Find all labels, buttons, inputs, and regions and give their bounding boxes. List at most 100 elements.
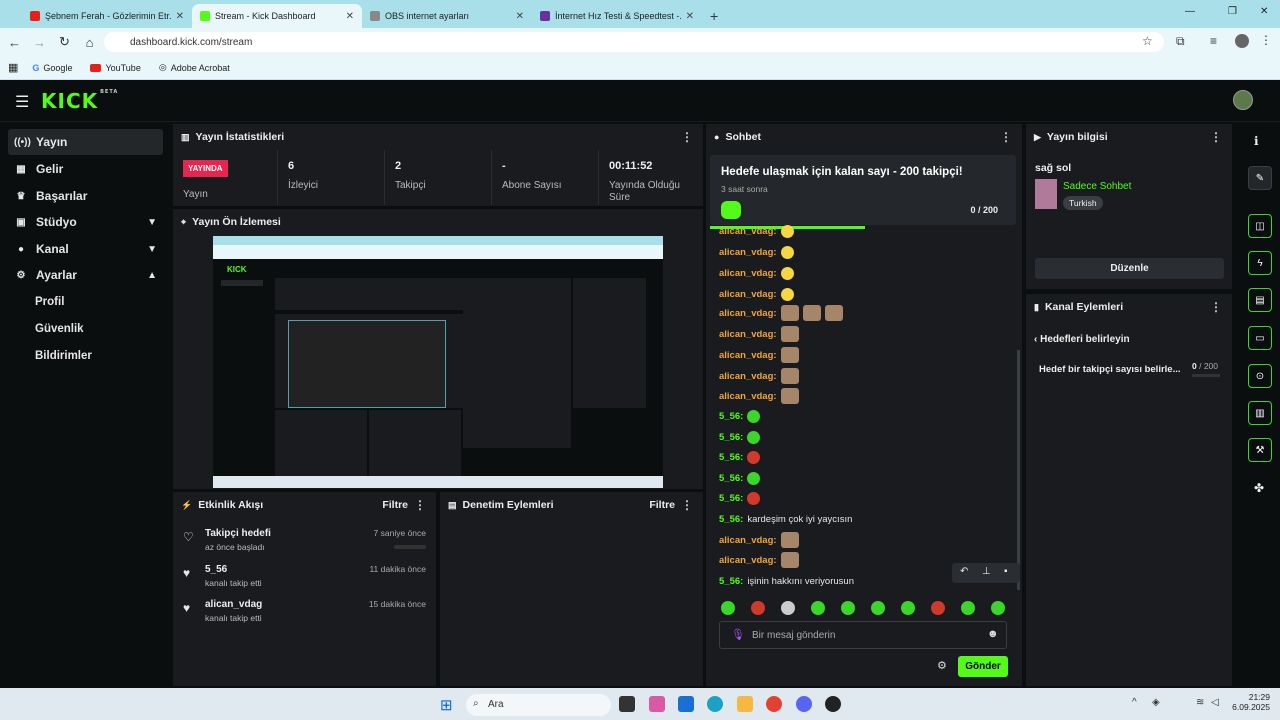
sidebar-subitem-security[interactable]: Güvenlik: [35, 323, 84, 335]
chrome-icon[interactable]: [766, 696, 782, 712]
bookmark-google[interactable]: G Google: [32, 63, 72, 73]
more-icon[interactable]: ⋮: [1210, 300, 1222, 314]
info-icon[interactable]: ℹ: [1254, 134, 1259, 148]
broadcast-icon[interactable]: ⊙: [1248, 364, 1272, 388]
edit-button[interactable]: Düzenle: [1035, 258, 1224, 279]
more-icon[interactable]: ⋮: [1000, 130, 1012, 144]
forward-icon[interactable]: →: [27, 35, 52, 50]
emote-icon[interactable]: [751, 601, 765, 615]
obs-icon[interactable]: [825, 696, 841, 712]
more-icon[interactable]: ⋮: [681, 130, 693, 144]
task-view-icon[interactable]: [619, 696, 635, 712]
user-avatar[interactable]: [1233, 90, 1253, 110]
close-icon[interactable]: ✕: [686, 11, 694, 22]
url-input[interactable]: dashboard.kick.com/stream: [104, 32, 1164, 52]
sidebar-item-achievements[interactable]: ♛ Başarılar: [8, 183, 163, 209]
sidebar-item-stream[interactable]: ((•)) Yayın: [8, 129, 163, 155]
bookmarks-bar: ▦ G Google YouTube ◎ Adobe Acrobat: [0, 56, 1280, 80]
emote-icon: [780, 305, 799, 321]
emote-icon[interactable]: [901, 601, 915, 615]
bookmark-youtube[interactable]: YouTube: [90, 63, 141, 73]
camera-icon[interactable]: ◫: [1248, 214, 1272, 238]
microphone-icon[interactable]: 🎙: [731, 628, 745, 641]
sidebar-item-studio[interactable]: ▣ Stüdyo ▼: [8, 209, 163, 235]
tab-speedtest[interactable]: İnternet Hız Testi & Speedtest -... ✕: [532, 4, 702, 28]
pencil-icon[interactable]: ✎: [1248, 166, 1272, 190]
windows-start-icon[interactable]: ⊞: [440, 696, 453, 714]
filter-button[interactable]: Filtre: [649, 499, 675, 511]
more-icon[interactable]: ⋮: [681, 498, 693, 512]
puzzle-icon[interactable]: ✤: [1254, 481, 1264, 495]
emoji-icon[interactable]: ☻: [987, 628, 999, 640]
discord-icon[interactable]: [796, 696, 812, 712]
avatar[interactable]: [1235, 34, 1249, 48]
close-icon[interactable]: ✕: [176, 11, 184, 22]
home-icon[interactable]: ⌂: [77, 35, 102, 50]
folder-icon[interactable]: [737, 696, 753, 712]
edge-icon[interactable]: [707, 696, 723, 712]
chat-scrollbar[interactable]: [1017, 350, 1020, 590]
reply-icon[interactable]: ↶: [960, 566, 968, 577]
gear-icon[interactable]: ⚙: [937, 659, 947, 672]
menu-icon[interactable]: ⋮: [1260, 33, 1272, 47]
emote-icon[interactable]: [931, 601, 945, 615]
emote-icon: [747, 491, 761, 505]
tab-youtube[interactable]: Şebnem Ferah - Gözlerimin Etr... ✕: [22, 4, 192, 28]
star-icon[interactable]: ☆: [1142, 34, 1153, 48]
close-icon[interactable]: ✕: [516, 11, 524, 22]
emote-icon: [780, 552, 799, 568]
hamburger-icon[interactable]: ☰: [15, 92, 29, 112]
emote-icon[interactable]: [781, 601, 795, 615]
emote-icon[interactable]: [991, 601, 1005, 615]
maximize-icon[interactable]: ❐: [1228, 6, 1237, 17]
delete-icon[interactable]: ▪: [1004, 566, 1008, 577]
window-close-icon[interactable]: ✕: [1260, 6, 1268, 17]
emote-icon[interactable]: [721, 601, 735, 615]
stream-preview-video[interactable]: KICK: [213, 236, 663, 488]
sidebar-subitem-profile[interactable]: Profil: [35, 296, 64, 308]
pin-icon[interactable]: ⊥: [982, 566, 991, 577]
new-tab-button[interactable]: +: [710, 8, 718, 24]
emote-icon[interactable]: [871, 601, 885, 615]
wifi-icon[interactable]: ≋: [1196, 697, 1204, 708]
back-to-goals[interactable]: ‹ Hedefleri belirleyin: [1034, 334, 1130, 345]
more-icon[interactable]: ⋮: [1210, 130, 1222, 144]
close-icon[interactable]: ✕: [346, 11, 354, 22]
more-icon[interactable]: ⋮: [414, 498, 426, 512]
chevron-up-icon[interactable]: ^: [1132, 697, 1137, 708]
filter-button[interactable]: Filtre: [382, 499, 408, 511]
sidebar-item-revenue[interactable]: ▦ Gelir: [8, 156, 163, 182]
volume-icon[interactable]: ◁: [1211, 697, 1219, 708]
tab-kick-dashboard[interactable]: Stream - Kick Dashboard ✕: [192, 4, 362, 28]
emote-icon[interactable]: [811, 601, 825, 615]
network-icon[interactable]: ◈: [1152, 697, 1160, 708]
apps-icon[interactable]: ▦: [8, 61, 18, 74]
extensions-icon[interactable]: ⧉: [1176, 34, 1185, 49]
reload-icon[interactable]: ↻: [52, 34, 77, 50]
back-icon[interactable]: ←: [2, 35, 27, 50]
heart-icon: ♥: [183, 601, 191, 615]
send-button[interactable]: Gönder: [958, 656, 1008, 677]
sidebar-item-settings[interactable]: ⚙ Ayarlar ▲: [8, 262, 163, 288]
chat-message-input[interactable]: Bir mesaj gönderin: [719, 621, 1007, 649]
media-icon[interactable]: ≡: [1210, 34, 1217, 48]
chat-message: alican_vdag:: [719, 266, 794, 280]
tab-obs[interactable]: OBS internet ayarları ✕: [362, 4, 532, 28]
layout-icon[interactable]: ▥: [1248, 401, 1272, 425]
emote-icon[interactable]: [961, 601, 975, 615]
kick-logo[interactable]: KICK BETA: [41, 89, 118, 113]
emote-icon[interactable]: [841, 601, 855, 615]
minimize-icon[interactable]: —: [1185, 6, 1195, 17]
store-icon[interactable]: [678, 696, 694, 712]
bolt-icon[interactable]: ϟ: [1248, 251, 1272, 275]
sidebar-item-channel[interactable]: ● Kanal ▼: [8, 236, 163, 262]
emote-icon: [780, 532, 799, 548]
clipboard-icon[interactable]: ▤: [1248, 288, 1272, 312]
bookmark-adobe[interactable]: ◎ Adobe Acrobat: [159, 62, 230, 73]
taskbar-clock[interactable]: 21:29 6.09.2025: [1232, 692, 1270, 712]
copilot-icon[interactable]: [649, 696, 665, 712]
sidebar-subitem-notifications[interactable]: Bildirimler: [35, 350, 92, 362]
wrench-icon[interactable]: ⚒: [1248, 438, 1272, 462]
chat-bubble-icon[interactable]: ▭: [1248, 326, 1272, 350]
taskbar-search[interactable]: ⌕ Ara: [466, 694, 611, 716]
